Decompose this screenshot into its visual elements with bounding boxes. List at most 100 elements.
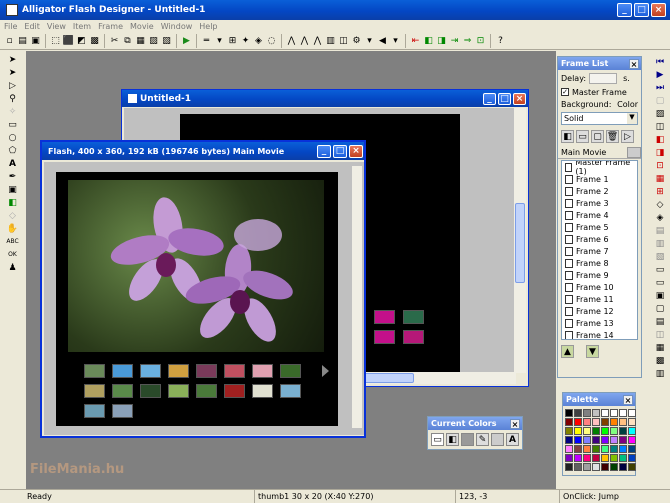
rtool-19-icon[interactable]: ◫ [654,328,667,341]
dropdown-icon[interactable]: ▾ [213,35,226,48]
list-item[interactable]: Frame 2 [562,185,637,197]
play-start-icon[interactable]: ⏮ [654,55,667,68]
duplicate-icon[interactable]: ▨ [147,35,160,48]
export-icon[interactable]: ⬛ [62,35,75,48]
palette-close-icon[interactable]: × [623,394,633,405]
rtool-10-icon[interactable]: ◈ [654,211,667,224]
palette-swatch[interactable] [574,463,582,471]
palette-swatch[interactable] [619,436,627,444]
menu-edit[interactable]: Edit [24,22,40,31]
gallery-thumbnail[interactable] [112,404,133,418]
palette-swatch[interactable] [619,427,627,435]
list-item[interactable]: Frame 5 [562,221,637,233]
rtool-6-icon[interactable]: ⊡ [654,159,667,172]
rtool-15-icon[interactable]: ▭ [654,276,667,289]
gallery-thumbnail[interactable] [280,364,301,378]
gallery-next-arrow-icon[interactable] [322,365,329,377]
palette-swatch[interactable] [565,463,573,471]
palette-swatch[interactable] [583,445,591,453]
close-button[interactable]: × [651,3,666,17]
preview-close-button[interactable]: × [349,144,363,158]
list-item[interactable]: Frame 14 [562,329,637,339]
cut-icon[interactable]: ✂ [108,35,121,48]
text-abc-icon[interactable]: ABC [6,235,19,248]
palette-swatch[interactable] [628,463,636,471]
image-tool-icon[interactable]: ▣ [6,183,19,196]
palette-swatch[interactable] [610,445,618,453]
morph-icon[interactable]: ✧ [6,105,19,118]
palette-swatch[interactable] [583,436,591,444]
gallery-thumbnail[interactable] [280,384,301,398]
grid-icon[interactable]: ⊞ [226,35,239,48]
palette-swatch[interactable] [592,418,600,426]
menu-item[interactable]: Item [73,22,91,31]
palette-swatch[interactable] [601,463,609,471]
action-icon[interactable]: ⚙ [350,35,363,48]
rtool-22-icon[interactable]: ▥ [654,367,667,380]
person-icon[interactable]: ♟ [6,261,19,274]
palette-swatch[interactable] [610,427,618,435]
frame-btn-1-icon[interactable]: ◧ [561,130,574,143]
select-arrow2-icon[interactable]: ➤ [6,66,19,79]
gallery-thumbnail[interactable] [140,384,161,398]
gallery-thumbnail[interactable] [140,364,161,378]
gallery-thumbnail[interactable] [84,364,105,378]
text-effect-icon[interactable]: ⋀ [285,35,298,48]
frame-list-close-icon[interactable]: × [629,58,639,69]
doc-scroll-thumb[interactable] [515,203,525,283]
rtool-3-icon[interactable]: ◫ [654,120,667,133]
polygon-icon[interactable]: ⬠ [6,144,19,157]
palette-swatch[interactable] [610,418,618,426]
current-colors-close-icon[interactable]: × [510,418,520,429]
list-item[interactable]: Frame 6 [562,233,637,245]
frame-down-icon[interactable]: ▼ [586,345,599,358]
rtool-14-icon[interactable]: ▭ [654,263,667,276]
palette-swatch[interactable] [601,454,609,462]
gallery-thumbnail[interactable] [252,384,273,398]
palette-swatch[interactable] [610,463,618,471]
palette-swatch[interactable] [574,418,582,426]
list-item[interactable]: Frame 13 [562,317,637,329]
preview-maximize-button[interactable]: □ [333,144,347,158]
list-item[interactable]: Frame 10 [562,281,637,293]
palette-swatch[interactable] [628,454,636,462]
frame-btn-5-icon[interactable]: ▷ [621,130,634,143]
copy-icon[interactable]: ⧉ [121,35,134,48]
list-item[interactable]: Frame 3 [562,197,637,209]
palette-swatch[interactable] [565,409,573,417]
menu-window[interactable]: Window [161,22,193,31]
palette-swatch[interactable] [565,445,573,453]
palette-swatch[interactable] [619,409,627,417]
palette-swatch[interactable] [565,436,573,444]
palette-swatch[interactable] [601,409,609,417]
gallery-thumbnail[interactable] [112,364,133,378]
frame-prev-icon[interactable]: ◧ [422,35,435,48]
palette-swatch[interactable] [601,427,609,435]
fill-icon[interactable]: ◧ [6,196,19,209]
doc-vertical-scrollbar[interactable] [514,108,526,373]
minimize-button[interactable]: _ [617,3,632,17]
palette-swatch[interactable] [565,427,573,435]
palette-swatch[interactable] [610,436,618,444]
frame-next-icon[interactable]: ⇥ [448,35,461,48]
palette-swatch[interactable] [574,445,582,453]
gallery-thumbnail[interactable] [168,384,189,398]
list-item[interactable]: Frame 4 [562,209,637,221]
menu-frame[interactable]: Frame [98,22,123,31]
sound-icon[interactable]: ◀ [376,35,389,48]
palette-swatch[interactable] [583,454,591,462]
rtool-16-icon[interactable]: ▣ [654,289,667,302]
gallery-thumbnail[interactable] [224,384,245,398]
ellipse-icon[interactable]: ○ [6,131,19,144]
play-icon[interactable]: ▶ [180,35,193,48]
delay-select[interactable] [589,72,618,84]
rtool-4-icon[interactable]: ◧ [654,133,667,146]
text-ok-icon[interactable]: OK [6,248,19,261]
frame-delete-icon[interactable]: ⊡ [474,35,487,48]
list-item[interactable]: Frame 7 [562,245,637,257]
palette-swatch[interactable] [583,463,591,471]
palette-swatch[interactable] [628,427,636,435]
rectangle-icon[interactable]: ▭ [6,118,19,131]
stage-thumbnail[interactable] [374,330,395,344]
preview-minimize-button[interactable]: _ [317,144,331,158]
